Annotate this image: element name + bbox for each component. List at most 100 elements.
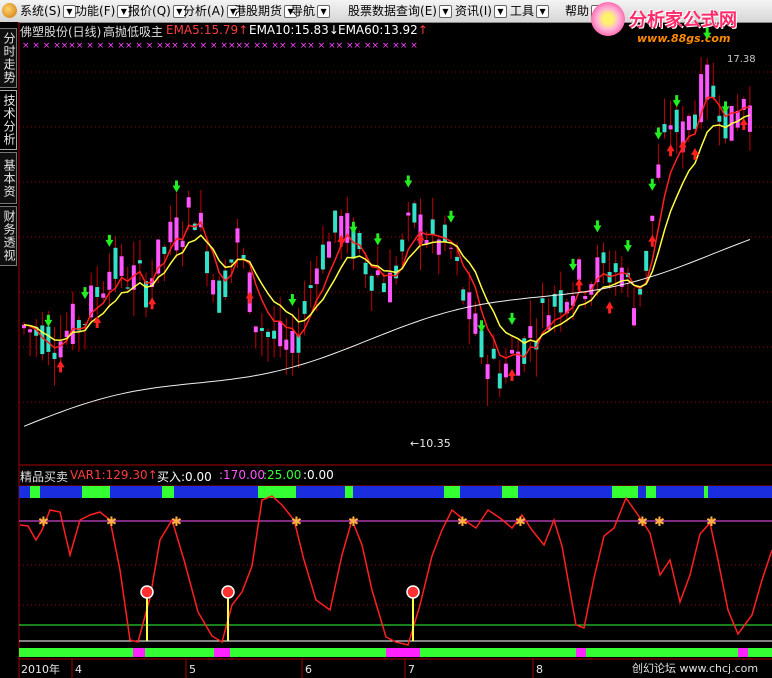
candle-body (430, 219, 435, 235)
month-label: 6 (305, 663, 312, 676)
candle-body (388, 272, 392, 303)
ema10-line (23, 114, 751, 345)
buy-arrow-icon (56, 360, 65, 373)
candle-body (491, 348, 496, 359)
signal-bar-green (646, 486, 656, 498)
candle-body (717, 115, 722, 122)
candle-body (327, 241, 331, 258)
candle-body (412, 203, 417, 223)
candle-body (577, 259, 582, 280)
candle-body (473, 313, 478, 334)
sell-arrow-icon (44, 314, 53, 327)
candle-body (558, 290, 563, 313)
buy-arrow-icon (575, 278, 584, 291)
sell-runner-icon: ✱ (348, 515, 359, 530)
candle-body (406, 212, 411, 216)
signal-bar-green (612, 486, 638, 498)
candle-body (632, 308, 636, 326)
sell-runner-icon: ✱ (291, 515, 302, 530)
candle-body (217, 280, 222, 313)
candle-body (308, 285, 313, 289)
signal-bar-magenta (738, 648, 748, 657)
sell-runner-icon: ✱ (38, 515, 49, 530)
price-chart: × × × ×××× × × × ×× × × ××× ×× × × ×××× … (18, 22, 772, 678)
sell-arrow-icon (623, 240, 632, 253)
sell-runner-icon: ✱ (654, 515, 665, 530)
candle-body (113, 247, 118, 279)
sell-arrow-icon (569, 258, 577, 271)
candle-body (272, 330, 277, 339)
candle-body (674, 109, 679, 133)
buy-arrow-icon (508, 368, 516, 381)
buy-arrow-icon (666, 144, 675, 157)
candle-body (119, 256, 124, 276)
signal-bar-green (82, 486, 110, 498)
candle-body (284, 339, 289, 350)
candle-body (229, 259, 234, 263)
sell-arrow-icon (105, 234, 114, 247)
candle-body (40, 325, 45, 355)
candle-body (137, 260, 142, 264)
candle-body (101, 293, 106, 298)
candle-body (540, 298, 545, 304)
candle-body (461, 289, 466, 301)
signal-bar-magenta (386, 648, 420, 657)
sell-runner-icon: ✱ (457, 515, 468, 530)
sell-arrow-icon (81, 287, 89, 300)
candle-body (497, 373, 502, 389)
buy-arrow-icon (691, 147, 699, 160)
candle-body (180, 240, 185, 248)
signal-bar-magenta (133, 648, 145, 657)
candle-body (46, 326, 51, 352)
buy-label: 买入:0.00 (157, 470, 212, 484)
buy-arrow-icon (245, 291, 254, 304)
watermark-text: 创幻论坛 www.chcj.com (632, 662, 759, 675)
signal-bar-magenta (214, 648, 230, 657)
sell-arrow-icon (672, 95, 681, 108)
signal-bar-green (162, 486, 174, 498)
candle-body (650, 215, 655, 222)
candle-body (705, 64, 710, 100)
candle-body (205, 251, 209, 274)
candle-body (28, 329, 33, 333)
ema5-line (23, 96, 750, 359)
sub-indicator-name: 精品买卖 (20, 470, 69, 484)
low-price-label: ←10.35 (410, 437, 451, 450)
signal-bar-green (345, 486, 353, 498)
candle-body (711, 85, 716, 98)
sell-runner-icon: ✱ (706, 515, 717, 530)
signal-bar-green (704, 486, 708, 498)
candle-body (686, 115, 691, 130)
candle-body (400, 239, 405, 252)
candle-body (662, 124, 667, 133)
candle-body (168, 221, 173, 243)
sell-arrow-icon (404, 175, 413, 188)
buy-arrow-icon (148, 297, 157, 310)
candle-body (211, 280, 216, 295)
month-label: 7 (408, 663, 415, 676)
stock-chart-window: 系统(S) ▼ 功能(F) ▼ 报价(Q) ▼ 分析(A) ▼ 港股期货 ▼ 导航 ▼ 股票数据查询(E… (0, 0, 772, 678)
candle-body (52, 352, 57, 360)
candle-body (375, 270, 380, 276)
month-label: 8 (536, 663, 543, 676)
level-170-label: :170.00 (219, 468, 266, 482)
candle-body (320, 244, 325, 270)
candle-body (107, 271, 112, 290)
candle-body (144, 281, 148, 308)
candle-body (510, 349, 514, 354)
candle-body (266, 331, 270, 338)
signal-bar-green (258, 486, 296, 498)
sell-runner-icon: ✱ (106, 515, 117, 530)
sell-arrow-icon (648, 178, 657, 191)
buy-signal-ball-icon (406, 585, 420, 599)
candle-body (455, 256, 460, 261)
candle-body (186, 197, 191, 208)
candle-body (302, 301, 307, 314)
sell-arrow-icon (508, 312, 516, 325)
signal-bar-top (19, 486, 772, 498)
sell-arrow-icon (373, 233, 382, 246)
signal-bar-green (444, 486, 460, 498)
candle-body (174, 217, 179, 251)
candle-body (528, 326, 533, 338)
candle-body (253, 326, 258, 333)
